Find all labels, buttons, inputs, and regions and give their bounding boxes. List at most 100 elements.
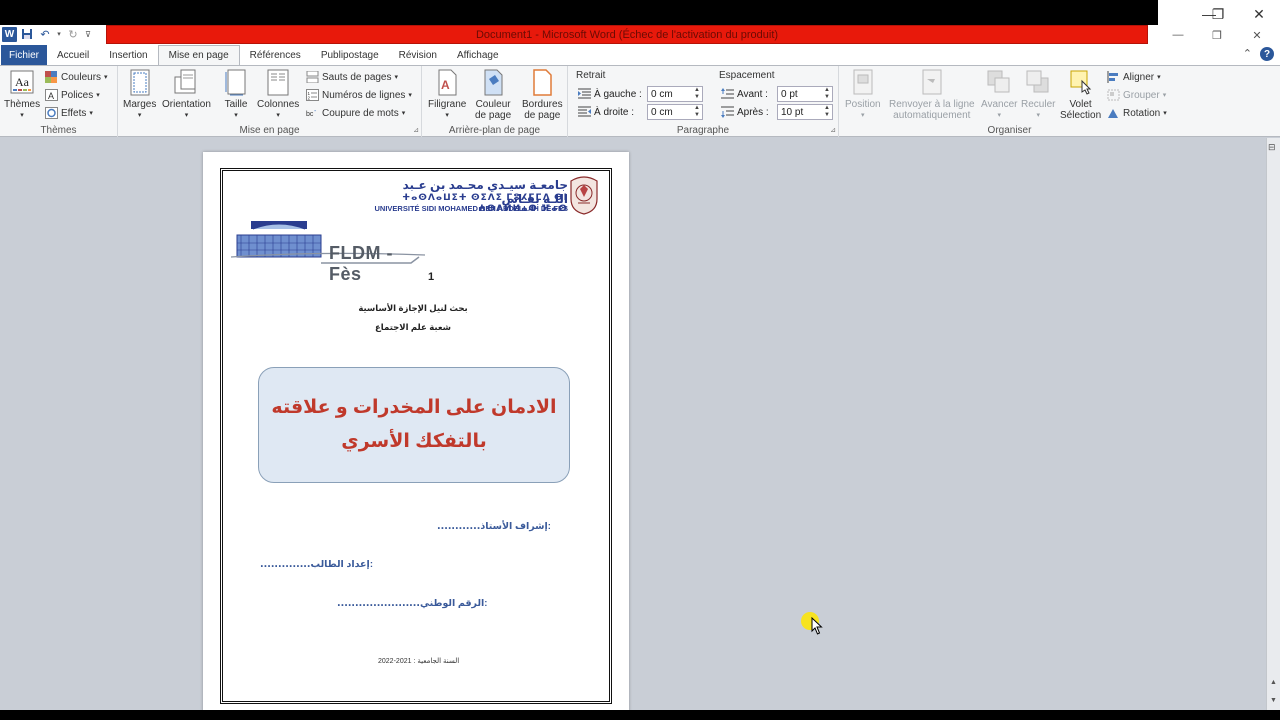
spin-arrows-icon[interactable]: ▲ ▼ bbox=[694, 87, 700, 101]
vertical-scrollbar[interactable]: ⊟ ▲ ▼ bbox=[1266, 138, 1280, 710]
document-page[interactable]: جامعـة سيـدي محـمد بن عـبد اللـه بفـاس ⵜ… bbox=[203, 152, 629, 712]
align-label: Aligner bbox=[1123, 71, 1155, 83]
tab-home[interactable]: Accueil bbox=[47, 45, 99, 65]
chevron-down-icon: ▾ bbox=[401, 110, 406, 117]
word-logo-icon[interactable]: W bbox=[2, 26, 17, 42]
page-color-button[interactable]: Couleur de page bbox=[475, 69, 511, 121]
breaks-button[interactable]: Sauts de pages ▾ bbox=[306, 69, 398, 85]
wrap-text-button[interactable]: Renvoyer à la ligne automatiquement bbox=[889, 69, 975, 121]
group-themes-label: Thèmes bbox=[40, 125, 77, 136]
customize-qat-icon[interactable]: ⊽ bbox=[83, 26, 93, 42]
collapse-ribbon-icon[interactable]: ⌃ bbox=[1243, 47, 1252, 61]
size-button[interactable]: Taille ▾ bbox=[223, 69, 249, 121]
margins-label: Marges bbox=[123, 99, 157, 110]
spin-arrows-icon[interactable]: ▲ ▼ bbox=[824, 105, 830, 119]
page-borders-button[interactable]: Bordures de page bbox=[522, 69, 563, 121]
hyphenation-button[interactable]: bc - Coupure de mots ▾ bbox=[306, 105, 405, 121]
save-icon[interactable] bbox=[19, 26, 35, 42]
undo-dropdown-icon[interactable]: ▾ bbox=[55, 26, 63, 42]
selection-pane-icon bbox=[1068, 69, 1094, 97]
spacing-before-value: 0 pt bbox=[781, 88, 798, 100]
line-numbers-button[interactable]: 12 Numéros de lignes ▾ bbox=[306, 87, 412, 103]
redo-icon[interactable]: ↻ bbox=[65, 26, 81, 42]
spacing-before-spinner: Avant : 0 pt ▲ ▼ bbox=[721, 86, 833, 102]
spacing-before-input[interactable]: 0 pt ▲ ▼ bbox=[777, 86, 833, 102]
watermark-button[interactable]: A Filigrane ▾ bbox=[428, 69, 466, 121]
tab-insert[interactable]: Insertion bbox=[99, 45, 157, 65]
position-button[interactable]: Position ▾ bbox=[845, 69, 881, 121]
scroll-down-icon[interactable]: ▼ bbox=[1270, 697, 1277, 704]
orientation-icon bbox=[173, 69, 199, 97]
page-color-icon bbox=[480, 69, 506, 97]
line-numbers-icon: 12 bbox=[306, 89, 319, 101]
ribbon: Aa Thèmes ▾ Couleurs ▾ A Polices ▾ Effets ▾… bbox=[0, 65, 1280, 137]
columns-button[interactable]: Colonnes ▾ bbox=[257, 69, 299, 121]
hyphenation-label: Coupure de mots bbox=[322, 107, 399, 119]
page-color-label-1: Couleur bbox=[475, 99, 511, 110]
chevron-down-icon: ▾ bbox=[1036, 112, 1040, 119]
line-numbers-label: Numéros de lignes bbox=[322, 89, 406, 101]
doc-restore-button[interactable]: ❐ bbox=[1205, 28, 1229, 42]
chevron-down-icon: ▾ bbox=[445, 112, 449, 119]
mouse-pointer-icon bbox=[811, 617, 823, 635]
ribbon-minimize-button[interactable]: — bbox=[1166, 28, 1190, 42]
bring-forward-button[interactable]: Avancer ▾ bbox=[981, 69, 1018, 121]
document-canvas[interactable] bbox=[0, 138, 1266, 710]
align-button[interactable]: Aligner ▾ bbox=[1107, 69, 1161, 85]
chevron-down-icon: ▾ bbox=[96, 92, 100, 99]
fonts-button[interactable]: A Polices ▾ bbox=[45, 87, 100, 103]
colors-button[interactable]: Couleurs ▾ bbox=[45, 69, 108, 85]
chevron-down-icon: ▾ bbox=[861, 112, 865, 119]
tab-mailings[interactable]: Publipostage bbox=[311, 45, 389, 65]
bring-forward-icon bbox=[986, 69, 1012, 97]
hyphenation-icon: bc - bbox=[306, 107, 319, 119]
watermark-icon: A bbox=[434, 69, 460, 97]
group-arrange-label: Organiser bbox=[987, 125, 1032, 136]
paragraph-launcher-icon[interactable]: ⊿ bbox=[830, 126, 836, 134]
spin-arrows-icon[interactable]: ▲ ▼ bbox=[824, 87, 830, 101]
page-color-label-2: de page bbox=[475, 110, 512, 121]
position-icon bbox=[850, 69, 876, 97]
undo-icon[interactable]: ↶ bbox=[37, 26, 53, 42]
quick-access-toolbar: W ↶ ▾ ↻ ⊽ bbox=[2, 25, 93, 43]
indent-left-icon bbox=[578, 88, 591, 100]
themes-button[interactable]: Aa Thèmes ▾ bbox=[4, 69, 40, 121]
send-backward-label: Reculer bbox=[1021, 99, 1056, 110]
page-borders-label-2: de page bbox=[524, 110, 561, 121]
indent-left-input[interactable]: 0 cm ▲ ▼ bbox=[647, 86, 703, 102]
doc-close-button[interactable]: ✕ bbox=[1245, 28, 1269, 42]
margins-icon bbox=[127, 69, 153, 97]
page-borders-icon bbox=[529, 69, 555, 97]
breaks-label: Sauts de pages bbox=[322, 71, 392, 83]
columns-icon bbox=[265, 69, 291, 97]
tab-file[interactable]: Fichier bbox=[1, 45, 48, 65]
wrap-text-label-2: automatiquement bbox=[893, 110, 971, 121]
scroll-up-icon[interactable]: ▲ bbox=[1270, 679, 1277, 686]
spin-arrows-icon[interactable]: ▲ ▼ bbox=[694, 105, 700, 119]
effects-button[interactable]: Effets ▾ bbox=[45, 105, 93, 121]
page-setup-launcher-icon[interactable]: ⊿ bbox=[413, 126, 419, 134]
restore-button[interactable]: ❐ bbox=[1203, 4, 1233, 24]
send-backward-button[interactable]: Reculer ▾ bbox=[1021, 69, 1055, 121]
themes-icon: Aa bbox=[9, 69, 35, 97]
tab-view[interactable]: Affichage bbox=[447, 45, 509, 65]
indent-left-label: À gauche : bbox=[594, 88, 642, 100]
tab-review[interactable]: Révision bbox=[389, 45, 447, 65]
spacing-after-input[interactable]: 10 pt ▲ ▼ bbox=[777, 104, 833, 120]
margins-button[interactable]: Marges ▾ bbox=[123, 69, 156, 121]
page-size-icon bbox=[223, 69, 249, 97]
ruler-toggle-icon[interactable]: ⊟ bbox=[1268, 142, 1276, 153]
indent-right-input[interactable]: 0 cm ▲ ▼ bbox=[647, 104, 703, 120]
tab-page-layout[interactable]: Mise en page bbox=[157, 45, 240, 65]
selection-pane-label-1: Volet bbox=[1069, 99, 1092, 110]
selection-pane-button[interactable]: Volet Sélection bbox=[1060, 69, 1101, 121]
chevron-down-icon: ▾ bbox=[408, 92, 412, 99]
orientation-button[interactable]: Orientation ▾ bbox=[162, 69, 211, 121]
help-icon[interactable]: ? bbox=[1260, 47, 1274, 61]
group-objects-button[interactable]: Grouper ▾ bbox=[1107, 87, 1166, 103]
rotate-button[interactable]: Rotation ▾ bbox=[1107, 105, 1167, 121]
faculty-logo-text: FLDM - Fès bbox=[329, 243, 393, 284]
chevron-down-icon: ▾ bbox=[104, 74, 108, 81]
close-button[interactable]: ✕ bbox=[1244, 4, 1274, 24]
tab-references[interactable]: Références bbox=[240, 45, 311, 65]
